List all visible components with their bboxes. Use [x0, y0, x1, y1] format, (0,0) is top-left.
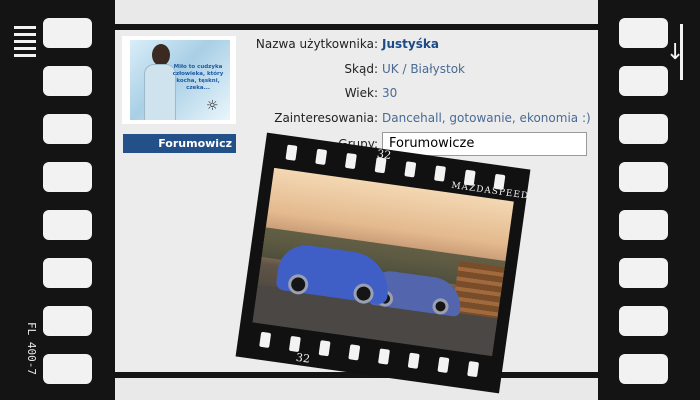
film-hole — [619, 18, 668, 48]
avatar-caption: Miło to cudzyka człowieka, który kocha, … — [172, 64, 224, 91]
field-value: Dancehall, gotowanie, ekonomia :) — [382, 111, 591, 125]
film-edge-mark — [14, 33, 36, 36]
sun-icon: ☼ — [206, 98, 219, 114]
field-label: Nazwa użytkownika: — [255, 37, 378, 51]
film-sprocket — [348, 344, 361, 361]
film-hole — [619, 66, 668, 96]
film-hole — [43, 162, 92, 192]
film-sprocket — [437, 356, 450, 374]
field-label: Zainteresowania: — [274, 111, 378, 125]
film-hole — [43, 306, 92, 336]
wheel — [431, 297, 450, 316]
field-interests: Zainteresowania: Dancehall, gotowanie, e… — [240, 109, 590, 127]
film-hole — [619, 114, 668, 144]
film-strip-right — [598, 0, 700, 400]
film-sprocket — [288, 335, 301, 353]
username-link[interactable]: Justyśka — [382, 35, 439, 53]
film-hole — [43, 210, 92, 240]
film-hole — [43, 114, 92, 144]
field-age: Wiek: 30 — [240, 84, 580, 102]
film-sprocket — [377, 348, 390, 365]
photo-film-frame: 32 32 MAZDASPEED — [235, 132, 531, 394]
film-hole — [43, 66, 92, 96]
field-value: UK / Białystok — [382, 62, 466, 76]
film-hole — [619, 210, 668, 240]
film-sprocket — [315, 148, 328, 165]
field-label: Wiek: — [344, 86, 378, 100]
film-edge-mark — [14, 26, 36, 29]
film-hole — [619, 162, 668, 192]
film-sprocket — [259, 331, 272, 348]
rank-badge: Forumowicz — [123, 134, 236, 153]
film-hole — [43, 18, 92, 48]
film-sprocket — [407, 352, 420, 369]
field-value: 30 — [382, 86, 398, 100]
arrow-down-icon: ↓ — [666, 40, 685, 65]
frame-number-bottom: 32 — [295, 350, 311, 366]
cars-photo — [252, 167, 514, 357]
film-hole — [619, 354, 668, 384]
film-edge-mark — [14, 54, 36, 57]
signature-photo: 32 32 MAZDASPEED — [235, 132, 531, 394]
film-sprocket — [285, 144, 298, 161]
avatar-figure-head — [152, 44, 170, 66]
film-hole — [619, 306, 668, 336]
frame-number-top: 32 — [376, 147, 392, 163]
film-strip-left — [0, 0, 115, 400]
film-edge-code: FL 400-7 — [25, 322, 38, 375]
film-sprocket — [434, 165, 446, 182]
field-username: Nazwa użytkownika: Justyśka — [240, 35, 580, 53]
film-sprocket — [467, 360, 480, 378]
film-edge-mark — [14, 47, 36, 50]
film-sprocket — [318, 340, 331, 357]
film-edge-mark — [14, 40, 36, 43]
film-sprocket — [404, 161, 417, 178]
film-hole — [619, 258, 668, 288]
film-hole — [43, 354, 92, 384]
film-sprocket — [344, 152, 357, 170]
field-location: Skąd: UK / Białystok — [240, 60, 580, 78]
field-label: Skąd: — [344, 62, 378, 76]
film-hole — [43, 258, 92, 288]
avatar[interactable]: Miło to cudzyka człowieka, który kocha, … — [130, 40, 230, 120]
